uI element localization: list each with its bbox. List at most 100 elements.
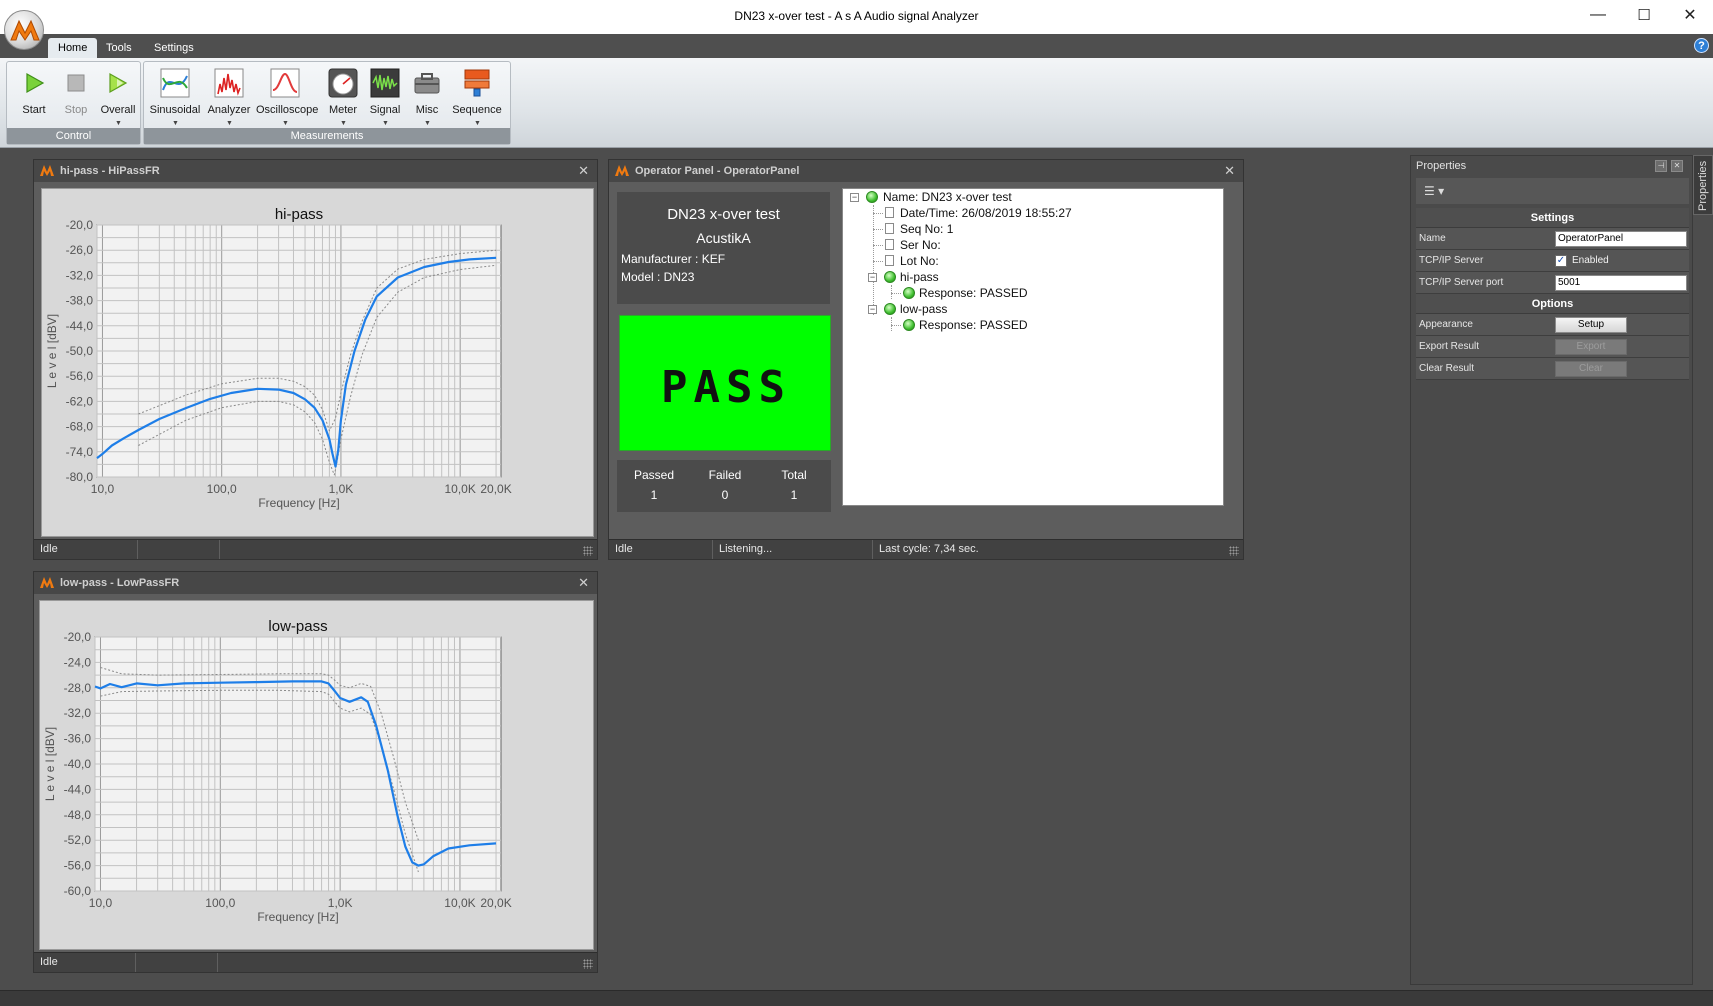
collapse-icon[interactable]: −	[868, 273, 877, 282]
sinusoidal-button[interactable]: Sinusoidal ▼	[150, 64, 200, 128]
measurements-group: Sinusoidal ▼ Analyzer ▼ Oscilloscope ▼ M…	[143, 61, 511, 145]
app-mark-icon	[40, 165, 54, 176]
lowpass-panel-header[interactable]: low-pass - LowPassFR ✕	[34, 572, 597, 594]
tree-node-lowpass-result[interactable]: Response: PASSED	[919, 317, 1028, 333]
tab-home[interactable]: Home	[48, 38, 98, 58]
chevron-down-icon: ▼	[172, 120, 179, 127]
property-row-port: TCP/IP Server port 5001	[1416, 272, 1689, 294]
port-field[interactable]: 5001	[1555, 275, 1687, 291]
result-indicator: PASS	[619, 315, 831, 451]
passed-count: 1	[650, 488, 658, 502]
bottom-status-strip	[0, 990, 1713, 1006]
sequence-button[interactable]: Sequence ▼	[452, 64, 502, 128]
tree-node-name[interactable]: Name: DN23 x-over test	[883, 189, 1012, 205]
y-axis-label: L e v e l [dBV]	[45, 314, 59, 388]
operator-panel-header[interactable]: Operator Panel - OperatorPanel ✕	[609, 160, 1243, 182]
y-tick-label: -60,0	[64, 884, 92, 898]
y-tick-label: -40,0	[64, 757, 92, 771]
tcp-enabled-checkbox[interactable]: ✓	[1555, 255, 1567, 267]
failed-count: 0	[721, 488, 729, 502]
close-button[interactable]: ✕	[1667, 0, 1713, 30]
settings-section-header: Settings	[1416, 208, 1689, 228]
stop-button[interactable]: Stop	[53, 64, 99, 128]
property-row-export: Export Result Export	[1416, 336, 1689, 358]
hipass-panel-header[interactable]: hi-pass - HiPassFR ✕	[34, 160, 597, 182]
misc-button[interactable]: Misc ▼	[404, 64, 450, 128]
checkbox-label: Enabled	[1572, 255, 1609, 266]
categorized-view-icon[interactable]: ☰ ▾	[1424, 181, 1458, 201]
control-group: Start Stop Overall ▼ Control	[6, 61, 141, 145]
oscilloscope-button[interactable]: Oscilloscope ▼	[256, 64, 318, 128]
oscilloscope-icon	[270, 68, 300, 98]
collapse-icon[interactable]: −	[868, 305, 877, 314]
property-label: Export Result	[1419, 341, 1480, 352]
collapse-icon[interactable]: −	[850, 193, 859, 202]
x-tick-label: 10,0K	[444, 482, 475, 496]
pass-status-icon	[866, 191, 878, 203]
properties-side-tab[interactable]: Properties	[1693, 155, 1713, 215]
signal-button[interactable]: Signal ▼	[362, 64, 408, 128]
chevron-down-icon: ▼	[340, 120, 347, 127]
model-line: Model : DN23	[621, 270, 695, 284]
y-tick-label: -24,0	[64, 655, 92, 669]
property-label: TCP/IP Server port	[1419, 277, 1504, 288]
export-button[interactable]: Export	[1555, 339, 1627, 355]
tree-connector	[873, 261, 883, 262]
operator-status-bar: Idle Listening... Last cycle: 7,34 sec.	[609, 539, 1243, 559]
resize-grip-icon[interactable]	[1229, 546, 1239, 556]
meter-button[interactable]: Meter ▼	[320, 64, 366, 128]
document-icon	[885, 207, 894, 218]
clear-button[interactable]: Clear	[1555, 361, 1627, 377]
y-tick-label: -62,0	[66, 394, 94, 408]
failed-label: Failed	[708, 468, 742, 482]
close-icon[interactable]: ✕	[578, 160, 589, 182]
signal-icon	[370, 68, 400, 98]
property-label: Clear Result	[1419, 363, 1475, 374]
lowpass-panel-title: low-pass - LowPassFR	[60, 577, 180, 589]
resize-grip-icon[interactable]	[583, 959, 593, 969]
y-tick-label: -26,0	[66, 243, 94, 257]
tree-node-ser[interactable]: Ser No:	[900, 237, 941, 253]
tab-settings[interactable]: Settings	[144, 38, 204, 58]
tree-connector	[873, 205, 874, 315]
analyzer-icon	[214, 68, 244, 98]
name-field[interactable]: OperatorPanel	[1555, 231, 1687, 247]
tree-node-lot[interactable]: Lot No:	[900, 253, 939, 269]
hipass-panel: hi-pass - HiPassFR ✕ hi-pass -20,0 -26,0 -3…	[33, 159, 598, 560]
tree-node-hipass-result[interactable]: Response: PASSED	[919, 285, 1028, 301]
maximize-button[interactable]: ☐	[1621, 0, 1667, 30]
y-tick-label: -74,0	[66, 445, 94, 459]
meter-icon	[328, 68, 358, 98]
close-icon[interactable]: ✕	[578, 572, 589, 594]
tree-node-seq[interactable]: Seq No: 1	[900, 221, 953, 237]
tree-node-lowpass[interactable]: low-pass	[900, 301, 947, 317]
close-icon[interactable]: ✕	[1224, 160, 1235, 182]
close-icon[interactable]: ✕	[1671, 160, 1683, 172]
toolbox-icon	[414, 73, 440, 94]
analyzer-button[interactable]: Analyzer ▼	[206, 64, 252, 128]
tab-tools[interactable]: Tools	[96, 38, 142, 58]
property-row-tcp: TCP/IP Server ✓ Enabled	[1416, 250, 1689, 272]
y-tick-label: -48,0	[64, 808, 92, 822]
pin-icon[interactable]: ⊣	[1655, 160, 1667, 172]
chart-title: low-pass	[268, 618, 327, 635]
hipass-status-bar: Idle	[34, 539, 597, 559]
y-tick-label: -36,0	[64, 732, 92, 746]
y-tick-label: -68,0	[66, 420, 94, 434]
start-button[interactable]: Start	[11, 64, 57, 128]
resize-grip-icon[interactable]	[583, 546, 593, 556]
tree-node-hipass[interactable]: hi-pass	[900, 269, 939, 285]
total-label: Total	[781, 468, 807, 482]
chevron-down-icon: ▼	[474, 120, 481, 127]
tree-node-datetime[interactable]: Date/Time: 26/08/2019 18:55:27	[900, 205, 1072, 221]
setup-button[interactable]: Setup	[1555, 317, 1627, 333]
overall-button[interactable]: Overall ▼	[95, 64, 141, 128]
manufacturer-line: Manufacturer : KEF	[621, 252, 726, 266]
properties-title: Properties	[1416, 160, 1467, 172]
minimize-button[interactable]: —	[1575, 0, 1621, 30]
help-icon[interactable]: ?	[1694, 38, 1709, 53]
status-text: Idle	[34, 540, 138, 559]
tree-connector	[891, 293, 901, 294]
title-bar: DN23 x-over test - A s A Audio signal An…	[0, 0, 1713, 34]
app-logo-icon[interactable]	[4, 10, 44, 50]
